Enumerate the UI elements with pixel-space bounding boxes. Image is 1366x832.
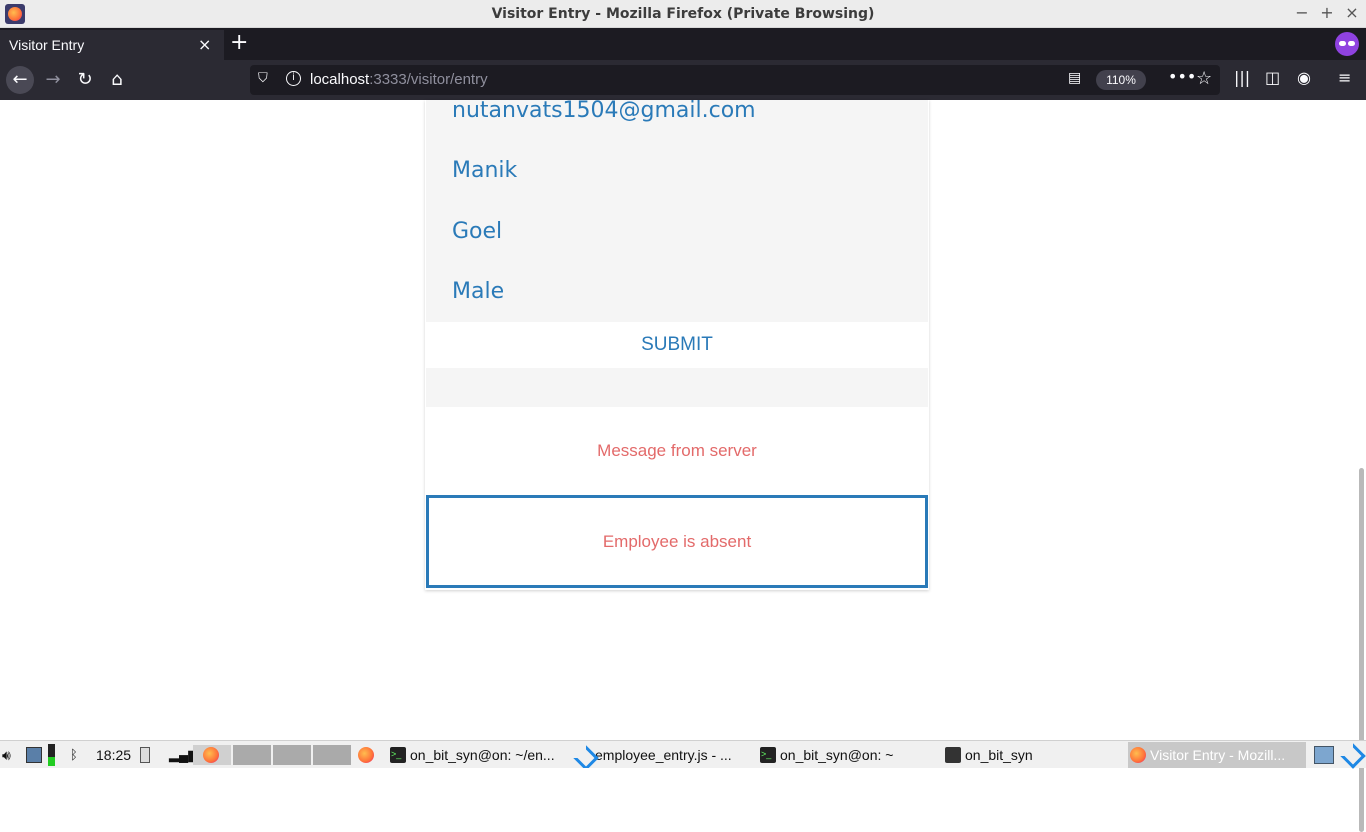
close-window-button[interactable]: × [1342,3,1362,23]
task-terminal-2[interactable]: on_bit_syn@on: ~ [758,742,938,768]
server-message-box: Employee is absent [426,495,928,588]
url-text[interactable]: localhost:3333/visitor/entry [310,71,488,88]
volume-icon[interactable]: 🔊︎ [2,741,11,769]
workspace-2[interactable] [233,745,271,765]
submit-button[interactable]: SUBMIT [426,322,928,368]
page-viewport: nutanvats1504@gmail.com Manik Goel Male … [0,98,1366,832]
tab-visitor-entry[interactable]: Visitor Entry × [0,28,224,60]
terminal-icon [390,742,406,767]
monitor-icon[interactable] [26,747,42,763]
file-manager-tray-icon[interactable] [1314,746,1334,764]
new-tab-button[interactable]: + [230,30,248,55]
folder-icon [945,747,961,763]
last-name-field[interactable]: Goel [452,219,502,244]
tracking-protection-shield-icon[interactable]: ⛉ [258,71,268,86]
private-browsing-icon [1335,32,1359,56]
firefox-launcher-icon[interactable] [358,747,374,763]
hamburger-menu-icon[interactable]: ≡ [1338,68,1351,87]
sidebar-icon[interactable]: ◫ [1265,68,1280,87]
first-name-field[interactable]: Manik [452,158,517,183]
reload-button[interactable]: ↻ [71,66,99,94]
task-label: on_bit_syn@on: ~/en... [410,747,555,763]
task-vscode[interactable]: employee_entry.js - ... [573,742,753,768]
account-icon[interactable]: ◉ [1297,68,1311,87]
url-path: :3333/visitor/entry [369,71,488,88]
task-terminal-1[interactable]: on_bit_syn@on: ~/en... [388,742,570,768]
forward-button[interactable]: → [39,66,67,94]
bookmark-star-icon[interactable]: ☆ [1196,68,1212,89]
minimize-button[interactable]: − [1292,3,1312,23]
navigation-toolbar: ← → ↻ ⌂ ⛉ i localhost:3333/visitor/entry… [0,60,1366,100]
page-scrollbar[interactable] [1359,468,1364,832]
firefox-icon [1130,747,1146,763]
url-host: localhost [310,71,370,88]
zoom-level-button[interactable]: 110% [1096,70,1146,90]
window-title: Visitor Entry - Mozilla Firefox (Private… [491,6,875,22]
visitor-entry-form: nutanvats1504@gmail.com Manik Goel Male … [425,98,929,590]
task-firefox[interactable]: Visitor Entry - Mozill... [1128,742,1306,768]
tab-close-icon[interactable]: × [198,35,211,54]
task-label: on_bit_syn [965,747,1033,763]
battery-icon[interactable] [140,747,150,763]
vscode-icon [575,747,591,763]
url-bar[interactable]: ⛉ i localhost:3333/visitor/entry ▤ 110% … [250,65,1220,95]
server-message-heading: Message from server [597,441,757,460]
workspace-3[interactable] [273,745,311,765]
maximize-button[interactable]: + [1317,3,1337,23]
form-divider [426,368,928,407]
site-info-icon[interactable]: i [286,71,301,86]
bluetooth-icon[interactable]: ᛒ [70,741,78,769]
firefox-workspace-icon [203,747,219,763]
gender-field[interactable]: Male [452,279,504,304]
back-button[interactable]: ← [6,66,34,94]
task-label: Visitor Entry - Mozill... [1150,747,1286,763]
task-label: employee_entry.js - ... [595,747,732,763]
cpu-meter-icon [48,744,55,766]
reader-view-icon[interactable]: ▤ [1068,70,1081,86]
email-field[interactable]: nutanvats1504@gmail.com [452,98,756,123]
home-button[interactable]: ⌂ [103,66,131,94]
window-titlebar: Visitor Entry - Mozilla Firefox (Private… [0,0,1366,28]
workspace-4[interactable] [313,745,351,765]
tab-title: Visitor Entry [9,37,85,53]
vscode-tray-icon[interactable] [1342,745,1362,765]
page-actions-more-icon[interactable]: ••• [1168,67,1196,86]
clock[interactable]: 18:25 [96,741,131,769]
library-icon[interactable]: ||| [1234,68,1250,87]
form-fields: nutanvats1504@gmail.com Manik Goel Male [426,98,928,322]
terminal-icon [760,742,776,767]
tab-strip: Visitor Entry × + [0,28,1366,60]
task-file-manager[interactable]: on_bit_syn [943,742,1123,768]
system-taskbar: 🔊︎ ᛒ 18:25 ▂▄▆ on_bit_syn@on: ~/en... em… [0,740,1366,768]
task-label: on_bit_syn@on: ~ [780,747,894,763]
